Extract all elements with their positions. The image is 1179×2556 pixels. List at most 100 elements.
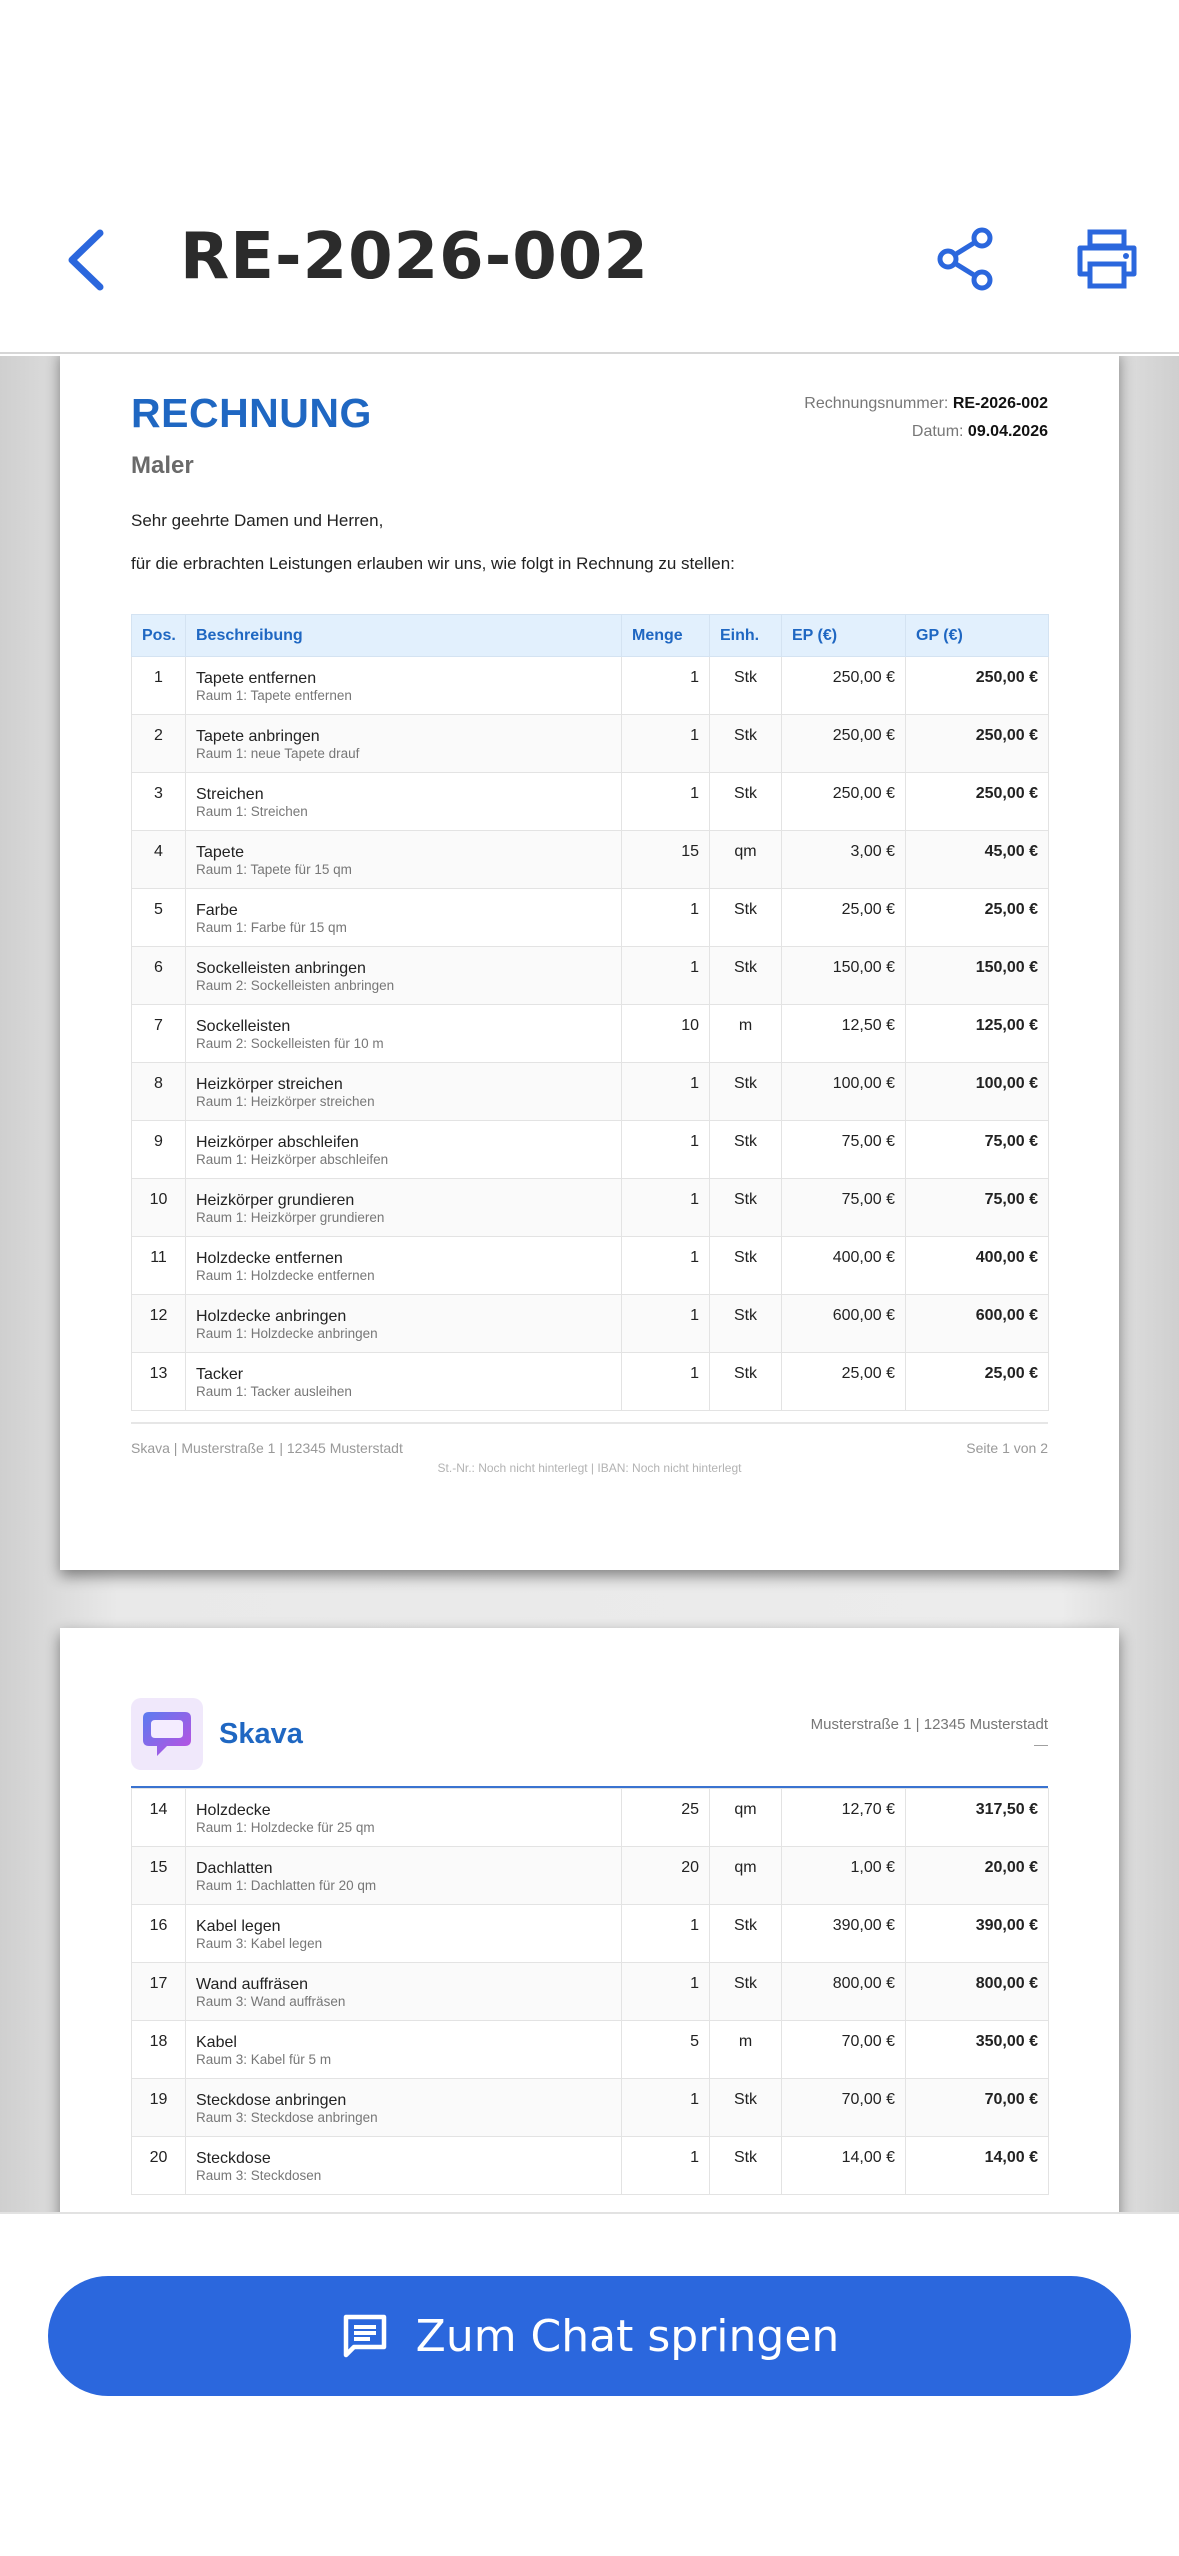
table-row: 11 Holzdecke entfernen Raum 1: Holzdecke e… xyxy=(131,1236,1049,1295)
row-quantity: 25 xyxy=(621,1788,710,1847)
row-unit: Stk xyxy=(709,888,782,947)
row-position: 3 xyxy=(131,772,186,831)
company-name: Skava xyxy=(219,1718,303,1750)
row-unit: Stk xyxy=(709,2136,782,2195)
row-subtitle: Raum 1: Dachlatten für 20 qm xyxy=(196,1878,377,1893)
invoice-trade: Maler xyxy=(131,452,194,479)
document-viewer[interactable]: RECHNUNG Maler Rechnungsnummer: RE-2026-… xyxy=(0,356,1179,2212)
footer-address: Skava | Musterstraße 1 | 12345 Mustersta… xyxy=(131,1440,403,1456)
row-description: Heizkörper grundieren Raum 1: Heizkörper … xyxy=(185,1178,622,1237)
row-title: Kabel xyxy=(196,2034,237,2051)
row-unit-price: 250,00 € xyxy=(781,772,906,831)
row-unit-price: 400,00 € xyxy=(781,1236,906,1295)
row-unit-price: 75,00 € xyxy=(781,1120,906,1179)
row-total-price: 25,00 € xyxy=(905,1352,1049,1411)
row-position: 2 xyxy=(131,714,186,773)
row-total-price: 75,00 € xyxy=(905,1120,1049,1179)
table-row: 16 Kabel legen Raum 3: Kabel legen 1 Stk 390,… xyxy=(131,1904,1049,1963)
row-title: Steckdose xyxy=(196,2150,271,2167)
row-description: Tapete anbringen Raum 1: neue Tapete drau… xyxy=(185,714,622,773)
row-subtitle: Raum 3: Wand auffräsen xyxy=(196,1994,346,2009)
row-position: 12 xyxy=(131,1294,186,1353)
address-dash: — xyxy=(1034,1736,1048,1752)
row-description: Holzdecke entfernen Raum 1: Holzdecke ent… xyxy=(185,1236,622,1295)
row-description: Dachlatten Raum 1: Dachlatten für 20 qm xyxy=(185,1846,622,1905)
table-row: 8 Heizkörper streichen Raum 1: Heizkörper … xyxy=(131,1062,1049,1121)
row-unit: Stk xyxy=(709,1904,782,1963)
row-subtitle: Raum 2: Sockelleisten für 10 m xyxy=(196,1036,384,1051)
invoice-meta: Rechnungsnummer: RE-2026-002 Datum: 09.0… xyxy=(804,390,1048,446)
document-page-1: RECHNUNG Maler Rechnungsnummer: RE-2026-… xyxy=(60,356,1119,1570)
row-subtitle: Raum 1: Holzdecke entfernen xyxy=(196,1268,375,1283)
row-unit-price: 1,00 € xyxy=(781,1846,906,1905)
row-subtitle: Raum 3: Steckdose anbringen xyxy=(196,2110,378,2125)
row-total-price: 600,00 € xyxy=(905,1294,1049,1353)
row-quantity: 1 xyxy=(621,1120,710,1179)
row-unit-price: 100,00 € xyxy=(781,1062,906,1121)
row-unit-price: 600,00 € xyxy=(781,1294,906,1353)
row-total-price: 317,50 € xyxy=(905,1788,1049,1847)
chat-bubble-logo-icon xyxy=(143,1712,191,1756)
row-unit: m xyxy=(709,2020,782,2079)
row-title: Heizkörper abschleifen xyxy=(196,1134,359,1151)
row-unit-price: 250,00 € xyxy=(781,656,906,715)
row-description: Holzdecke anbringen Raum 1: Holzdecke anb… xyxy=(185,1294,622,1353)
row-subtitle: Raum 3: Kabel für 5 m xyxy=(196,2052,332,2067)
app-header: RE-2026-002 xyxy=(0,0,1179,354)
printer-icon xyxy=(1077,229,1137,289)
row-unit: Stk xyxy=(709,1178,782,1237)
row-title: Tapete anbringen xyxy=(196,728,320,745)
row-title: Holzdecke anbringen xyxy=(196,1308,347,1325)
row-title: Tapete xyxy=(196,844,245,861)
row-description: Wand auffräsen Raum 3: Wand auffräsen xyxy=(185,1962,622,2021)
page-title: RE-2026-002 xyxy=(180,220,649,294)
table-row: 15 Dachlatten Raum 1: Dachlatten für 20 qm… xyxy=(131,1846,1049,1905)
row-subtitle: Raum 2: Sockelleisten anbringen xyxy=(196,978,395,993)
row-subtitle: Raum 1: Farbe für 15 qm xyxy=(196,920,347,935)
table-row: 17 Wand auffräsen Raum 3: Wand auffräsen 1 S… xyxy=(131,1962,1049,2021)
row-total-price: 150,00 € xyxy=(905,946,1049,1005)
row-description: Sockelleisten Raum 2: Sockelleisten für 1… xyxy=(185,1004,622,1063)
row-title: Heizkörper streichen xyxy=(196,1076,343,1093)
row-total-price: 390,00 € xyxy=(905,1904,1049,1963)
print-button[interactable] xyxy=(1070,222,1144,296)
row-position: 15 xyxy=(131,1846,186,1905)
back-button[interactable] xyxy=(56,222,116,298)
row-position: 18 xyxy=(131,2020,186,2079)
row-unit: Stk xyxy=(709,714,782,773)
table-row: 1 Tapete entfernen Raum 1: Tapete entferne… xyxy=(131,656,1049,715)
company-logo xyxy=(131,1698,203,1770)
share-button[interactable] xyxy=(930,224,1000,294)
row-description: Heizkörper abschleifen Raum 1: Heizkörper… xyxy=(185,1120,622,1179)
row-total-price: 20,00 € xyxy=(905,1846,1049,1905)
bottom-bar: Zum Chat springen xyxy=(0,2212,1179,2556)
row-position: 6 xyxy=(131,946,186,1005)
row-quantity: 1 xyxy=(621,1352,710,1411)
row-position: 16 xyxy=(131,1904,186,1963)
row-quantity: 1 xyxy=(621,946,710,1005)
row-unit: Stk xyxy=(709,1120,782,1179)
row-quantity: 1 xyxy=(621,1294,710,1353)
invoice-heading: RECHNUNG xyxy=(131,390,372,436)
table-row: 6 Sockelleisten anbringen Raum 2: Sockelle… xyxy=(131,946,1049,1005)
greeting: Sehr geehrte Damen und Herren, xyxy=(131,511,384,530)
table-row: 7 Sockelleisten Raum 2: Sockelleisten für … xyxy=(131,1004,1049,1063)
row-unit-price: 150,00 € xyxy=(781,946,906,1005)
row-description: Steckdose Raum 3: Steckdosen xyxy=(185,2136,622,2195)
row-unit: Stk xyxy=(709,1294,782,1353)
row-unit-price: 12,50 € xyxy=(781,1004,906,1063)
row-subtitle: Raum 3: Steckdosen xyxy=(196,2168,322,2183)
column-header: Beschreibung xyxy=(185,614,622,657)
row-quantity: 1 xyxy=(621,1178,710,1237)
row-unit-price: 800,00 € xyxy=(781,1962,906,2021)
row-total-price: 25,00 € xyxy=(905,888,1049,947)
row-quantity: 1 xyxy=(621,2136,710,2195)
row-quantity: 1 xyxy=(621,1062,710,1121)
jump-to-chat-button[interactable]: Zum Chat springen xyxy=(48,2276,1131,2396)
column-header: Einh. xyxy=(709,614,782,657)
row-description: Sockelleisten anbringen Raum 2: Sockellei… xyxy=(185,946,622,1005)
row-unit: Stk xyxy=(709,946,782,1005)
row-position: 8 xyxy=(131,1062,186,1121)
table-row: 3 Streichen Raum 1: Streichen 1 Stk 250,00 €2… xyxy=(131,772,1049,831)
row-unit: Stk xyxy=(709,656,782,715)
